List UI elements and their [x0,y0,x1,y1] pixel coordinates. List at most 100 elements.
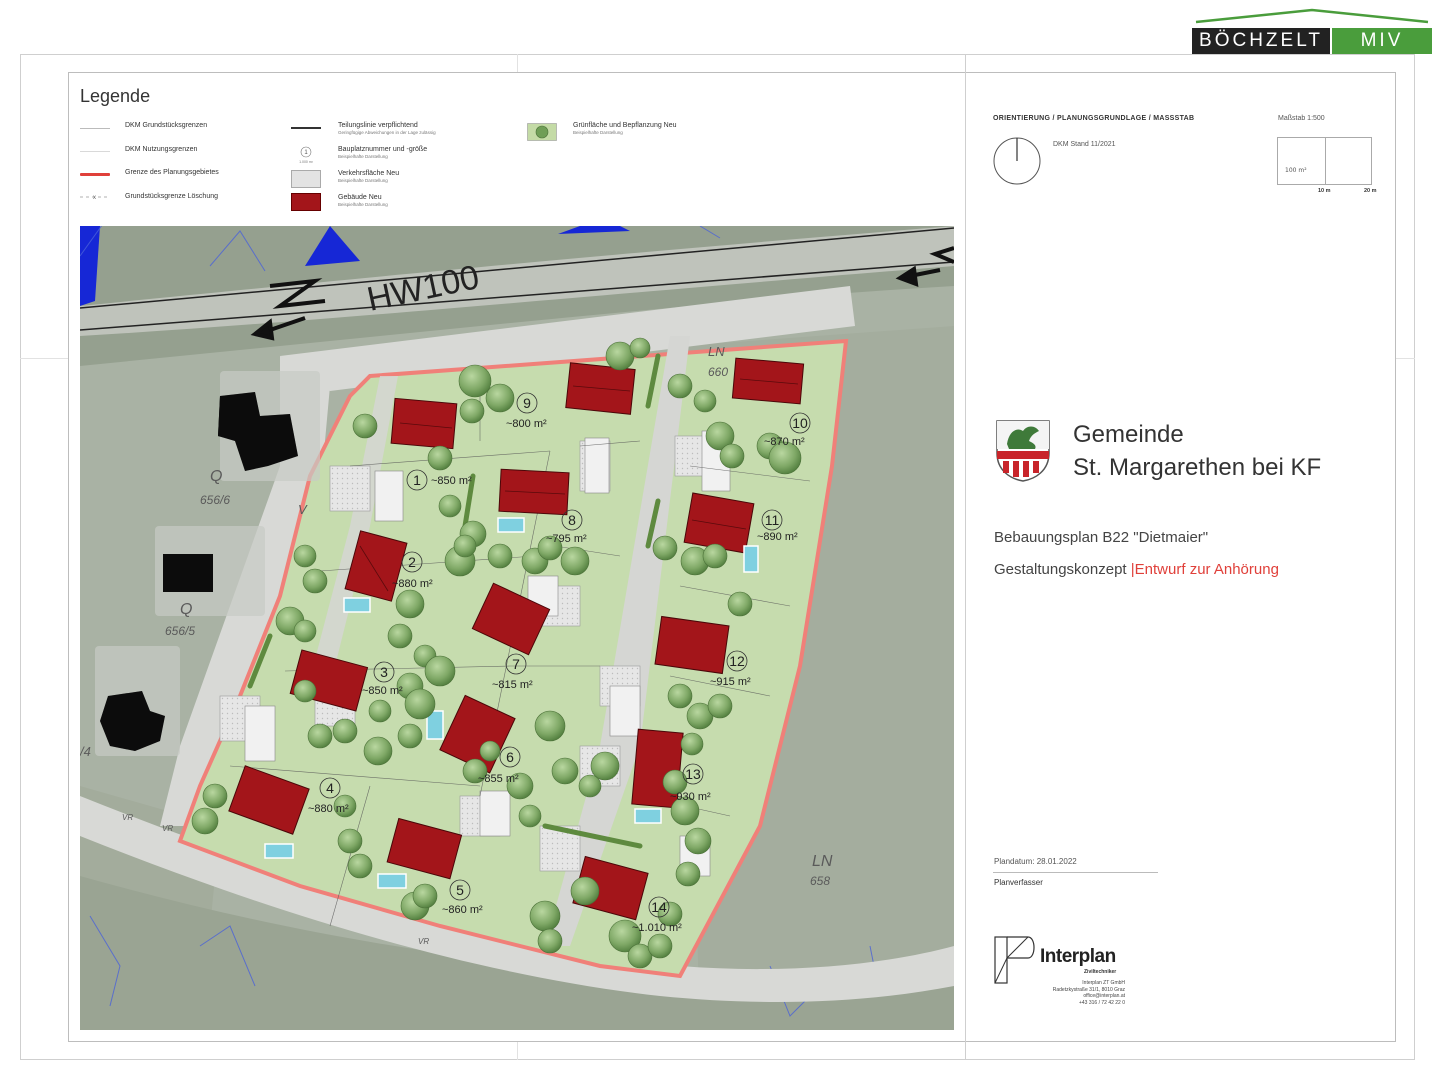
cadastre-number: 658 [810,874,830,888]
tree-canopy [693,389,717,413]
svg-text:8: 8 [568,512,576,528]
coat-of-arms-icon [996,420,1050,482]
svg-text:9: 9 [523,395,531,411]
panel-divider [965,54,966,1060]
planner-divider [993,872,1158,873]
tree-canopy [652,535,678,561]
legend-symbol-area: 1.000 m² [299,160,314,164]
map-label: VR [122,813,133,822]
tree-canopy [191,807,219,835]
svg-text:~850 m²: ~850 m² [431,475,472,487]
legend-swatch-road [291,170,321,188]
svg-text:5: 5 [456,882,464,898]
svg-text:2: 2 [408,554,416,570]
legend-swatch-green [527,123,557,141]
scale-label: Maßstab 1:500 [1278,115,1325,122]
tree-canopy [459,398,485,424]
tree-canopy [293,544,317,568]
tree-canopy [680,732,704,756]
fold-mark [20,358,68,359]
cadastre-code: LN [708,344,725,359]
orientation-heading: ORIENTIERUNG / PLANUNGSGRUNDLAGE / MASSS… [993,115,1195,122]
svg-text:x: x [93,195,96,200]
tree-canopy [560,546,590,576]
legend-title: Legende [80,86,151,106]
tree-canopy [479,740,501,762]
tree-canopy [667,683,693,709]
logo-text-left: BÖCHZELT [1192,28,1330,54]
cadastre-code: LN [812,853,833,870]
tree-canopy [529,900,561,932]
municipality-line2: St. Margarethen bei KF [1073,454,1322,481]
site-plan-map[interactable]: HW100 1 ~850 m² 2 ~880 m² 3 ~850 m² 4 ~8… [80,226,954,1030]
svg-text:~860 m²: ~860 m² [442,904,483,916]
tree-canopy [302,568,328,594]
legend-item-usage: DKM Nutzungsgrenzen [125,146,198,153]
svg-text:~850 m²: ~850 m² [362,685,403,697]
legend-swatch-building [291,193,321,211]
tree-canopy [395,589,425,619]
tree-canopy [347,853,373,879]
tree-canopy [485,383,515,413]
legend-item-green: Grünfläche und Bepflanzung Neu Beispielha… [573,122,677,135]
legend-swatch-boundary [80,173,110,176]
tree-canopy [537,928,563,954]
site-plan-svg: HW100 1 ~850 m² 2~880 m² 3~850 m² 4~880 … [80,226,954,1030]
svg-text:13: 13 [685,766,701,782]
tree-canopy [719,443,745,469]
map-label: V [298,502,308,517]
tree-canopy [590,751,620,781]
svg-text:12: 12 [729,653,745,669]
planner-subtitle: Ziviltechniker [1084,969,1117,975]
svg-text:4: 4 [326,780,334,796]
tree-canopy [368,699,392,723]
tree-canopy [707,693,733,719]
fold-mark [1396,358,1415,359]
svg-text:~930 m²: ~930 m² [670,791,711,803]
planner-name: Interplan [1040,946,1116,967]
cadastre-number: 660 [708,365,728,379]
legend-item-building: Gebäude Neu Beispielhafte Darstellung [338,194,388,207]
scale-tick-20: 20 m [1364,188,1377,194]
svg-text:~800 m²: ~800 m² [506,418,547,430]
legend-item-division: Teilungslinie verpflichtend Geringfügige … [338,122,436,135]
tree-canopy [332,718,358,744]
plan-date: Plandatum: 28.01.2022 [994,857,1077,866]
tree-canopy [551,757,579,785]
dkm-status: DKM Stand 11/2021 [1053,141,1116,148]
svg-text:~795 m²: ~795 m² [546,533,587,545]
concept-label: Gestaltungskonzept [994,561,1127,578]
plan-title: Bebauungsplan B22 "Dietmaier" [994,529,1209,546]
tree-canopy [534,710,566,742]
tree-canopy [202,783,228,809]
legend-item-plot-number: Bauplatznummer und -größe Beispielhafte D… [338,146,428,159]
svg-text:~855 m²: ~855 m² [478,773,519,785]
tree-canopy [424,655,456,687]
planner-label: Planverfasser [994,878,1043,887]
svg-text:~915 m²: ~915 m² [710,676,751,688]
map-label: VR [418,937,429,946]
planner-address: Interplan ZT GmbH Radetzkystraße 31/1, 8… [1052,980,1125,1006]
tree-canopy [293,619,317,643]
tree-canopy [629,337,651,359]
tree-canopy [337,828,363,854]
tree-canopy [438,494,462,518]
tree-canopy [487,543,513,569]
concept-line: Gestaltungskonzept |Entwurf zur Anhörung [994,561,1279,578]
svg-text:11: 11 [765,512,780,528]
svg-text:~880 m²: ~880 m² [308,803,349,815]
tree-canopy [404,688,436,720]
legend-swatch-plot-number: 1 1.000 m² [299,146,314,164]
legend-swatch-usage [80,151,110,152]
svg-text:10: 10 [792,415,808,431]
cadastre-number: 656/5 [165,624,195,638]
svg-text:~1.010 m²: ~1.010 m² [632,922,682,934]
svg-text:~880 m²: ~880 m² [392,578,433,590]
legend-swatch-division [291,127,321,129]
svg-text:~815 m²: ~815 m² [492,679,533,691]
svg-text:~890 m²: ~890 m² [757,531,798,543]
tree-canopy [570,876,600,906]
svg-text:7: 7 [512,656,520,672]
company-logo: BÖCHZELT MIV [1192,8,1432,54]
tree-canopy [675,861,701,887]
